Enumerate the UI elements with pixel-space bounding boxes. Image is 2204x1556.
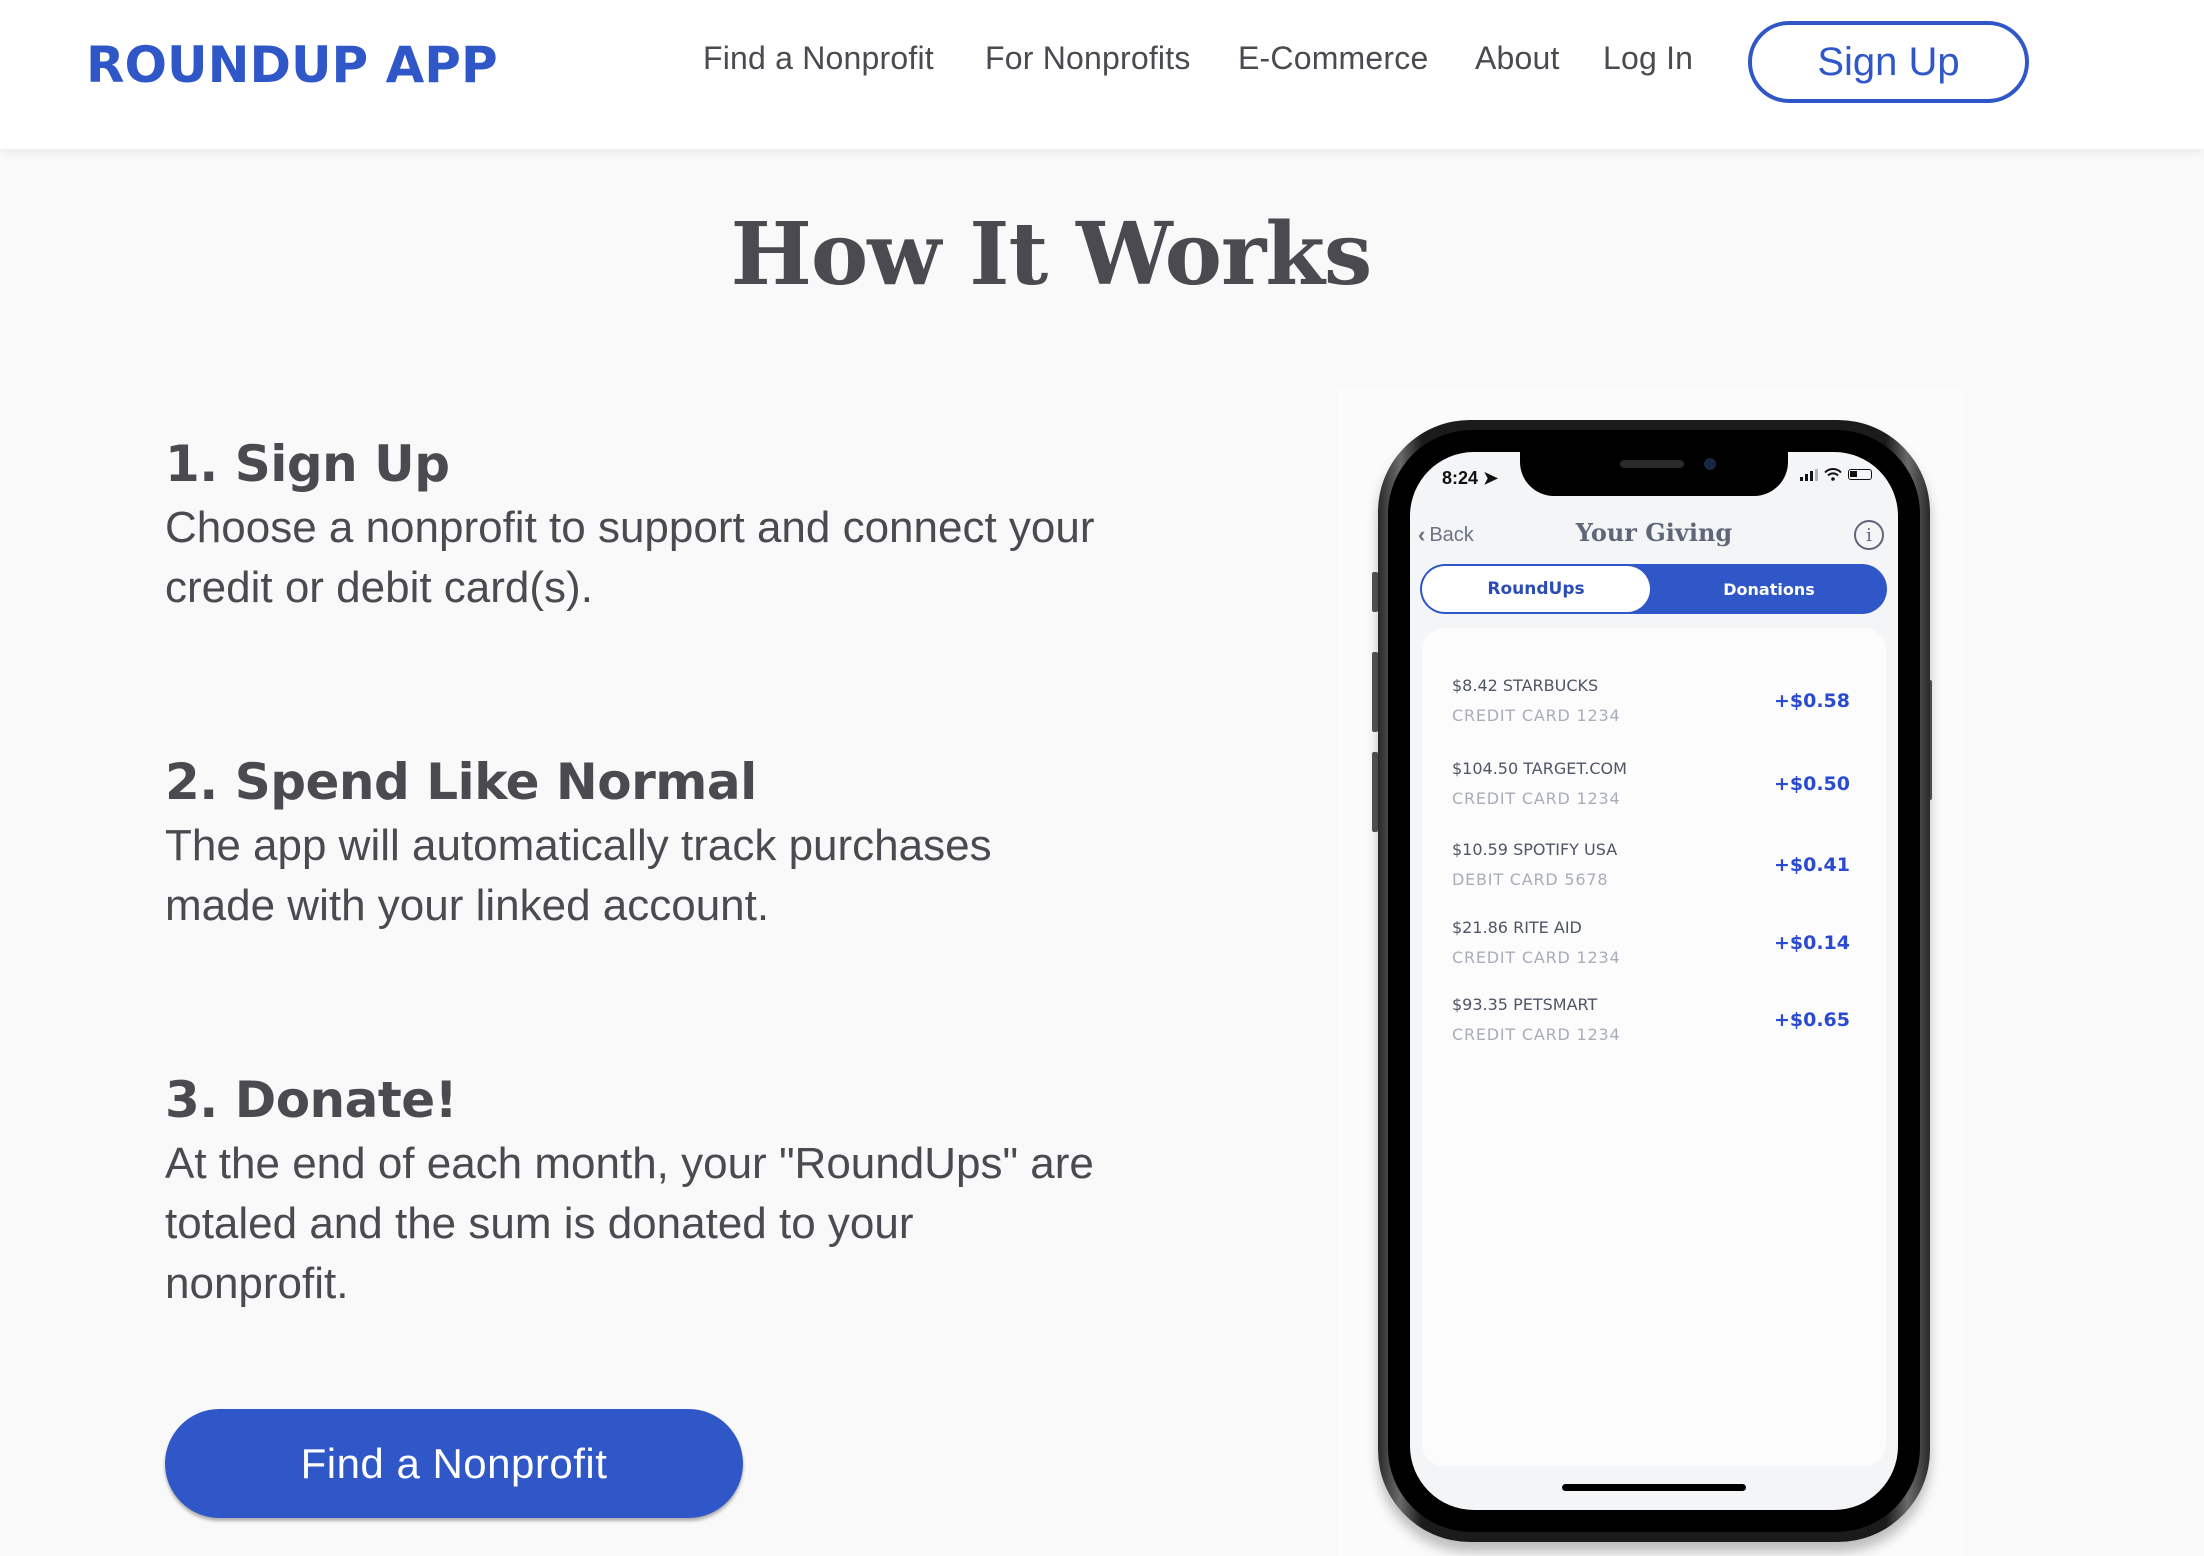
transaction-row[interactable]: $10.59 SPOTIFY USA DEBIT CARD 5678 +$0.4… [1422,840,1886,910]
tab-donations[interactable]: Donations [1653,566,1885,612]
nav-find-nonprofit[interactable]: Find a Nonprofit [703,40,934,77]
find-nonprofit-button[interactable]: Find a Nonprofit [165,1409,743,1518]
tab-roundups[interactable]: RoundUps [1422,566,1650,612]
step-3: 3. Donate! At the end of each month, you… [165,1070,1105,1314]
step-heading: 2. Spend Like Normal [165,753,757,811]
roundup-amount: +$0.58 [1773,690,1850,712]
roundup-amount: +$0.50 [1773,773,1850,795]
transaction-name: $104.50 TARGET.COM [1452,759,1627,778]
sign-up-button[interactable]: Sign Up [1748,21,2029,103]
home-indicator[interactable] [1562,1484,1746,1491]
wifi-icon [1824,468,1842,481]
nav-e-commerce[interactable]: E-Commerce [1238,40,1428,77]
phone-screen: 8:24 ➤ ‹ Back Your Giving i RoundUps Don… [1410,452,1898,1510]
front-camera [1704,458,1716,470]
transaction-name: $10.59 SPOTIFY USA [1452,840,1618,859]
page-title: How It Works [730,204,1373,305]
step-body: The app will automatically track purchas… [165,821,992,930]
step-body: At the end of each month, your "RoundUps… [165,1139,1094,1308]
transaction-name: $21.86 RITE AID [1452,918,1582,937]
signal-icon [1800,468,1818,481]
nav-about[interactable]: About [1475,40,1560,77]
transaction-card: CREDIT CARD 1234 [1452,706,1621,725]
transaction-card: CREDIT CARD 1234 [1452,789,1621,808]
step-heading: 3. Donate! [165,1071,458,1129]
transaction-row[interactable]: $104.50 TARGET.COM CREDIT CARD 1234 +$0.… [1422,759,1886,829]
screen-title: Your Giving [1575,518,1733,547]
logo[interactable]: ROUNDUP APP [86,36,498,94]
roundup-amount: +$0.14 [1773,932,1850,954]
status-icons [1800,468,1872,481]
transaction-name: $8.42 STARBUCKS [1452,676,1599,695]
roundup-amount: +$0.65 [1773,1009,1850,1031]
battery-icon [1848,469,1872,480]
location-arrow-icon: ➤ [1483,468,1499,488]
step-1: 1. Sign Up Choose a nonprofit to support… [165,434,1105,618]
transaction-card: CREDIT CARD 1234 [1452,1025,1621,1044]
nav-for-nonprofits[interactable]: For Nonprofits [985,40,1191,77]
transaction-name: $93.35 PETSMART [1452,995,1598,1014]
speaker-grille [1620,460,1684,468]
transaction-row[interactable]: $21.86 RITE AID CREDIT CARD 1234 +$0.14 [1422,918,1886,988]
transaction-card: CREDIT CARD 1234 [1452,948,1621,967]
transaction-row[interactable]: $93.35 PETSMART CREDIT CARD 1234 +$0.65 [1422,995,1886,1065]
nav-log-in[interactable]: Log In [1603,40,1693,77]
step-body: Choose a nonprofit to support and connec… [165,503,1095,612]
phone-notch [1520,452,1788,496]
site-header: ROUNDUP APP Find a Nonprofit For Nonprof… [0,0,2204,149]
transaction-card: DEBIT CARD 5678 [1452,870,1609,889]
step-heading: 1. Sign Up [165,435,450,493]
status-time: 8:24 ➤ [1442,468,1499,488]
transaction-row[interactable]: $8.42 STARBUCKS CREDIT CARD 1234 +$0.58 [1422,676,1886,746]
app-nav-bar: ‹ Back Your Giving i [1410,514,1898,554]
segmented-control: RoundUps Donations [1420,564,1887,614]
info-icon[interactable]: i [1854,520,1884,550]
transactions-list: $8.42 STARBUCKS CREDIT CARD 1234 +$0.58 … [1422,628,1886,1466]
step-2: 2. Spend Like Normal The app will automa… [165,752,1105,936]
roundup-amount: +$0.41 [1773,854,1850,876]
